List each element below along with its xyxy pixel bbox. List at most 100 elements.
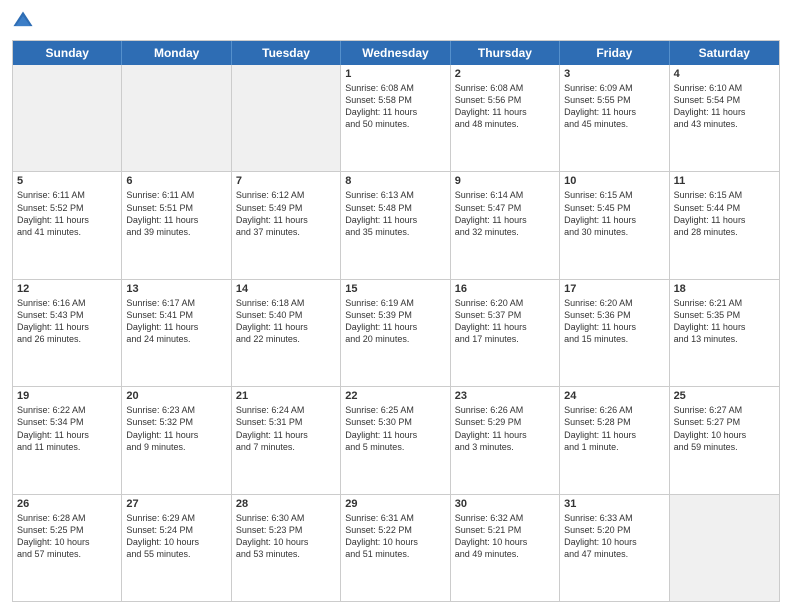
calendar-cell: 4Sunrise: 6:10 AMSunset: 5:54 PMDaylight…	[670, 65, 779, 171]
calendar-cell: 1Sunrise: 6:08 AMSunset: 5:58 PMDaylight…	[341, 65, 450, 171]
calendar-cell: 29Sunrise: 6:31 AMSunset: 5:22 PMDayligh…	[341, 495, 450, 601]
cell-info-line: Sunrise: 6:15 AM	[564, 189, 664, 201]
cell-info-line: Daylight: 10 hours	[17, 536, 117, 548]
calendar-cell: 5Sunrise: 6:11 AMSunset: 5:52 PMDaylight…	[13, 172, 122, 278]
cell-info-line: Daylight: 11 hours	[345, 214, 445, 226]
cell-info-line: Daylight: 11 hours	[126, 214, 226, 226]
cell-info-line: Daylight: 11 hours	[345, 106, 445, 118]
cell-info-line: Sunset: 5:43 PM	[17, 309, 117, 321]
cell-info-line: Sunset: 5:40 PM	[236, 309, 336, 321]
day-number: 23	[455, 390, 555, 402]
cell-info-line: Daylight: 11 hours	[17, 321, 117, 333]
cell-info-line: and 51 minutes.	[345, 548, 445, 560]
cell-info-line: and 15 minutes.	[564, 333, 664, 345]
day-number: 15	[345, 283, 445, 295]
calendar-cell: 18Sunrise: 6:21 AMSunset: 5:35 PMDayligh…	[670, 280, 779, 386]
cell-info-line: Daylight: 11 hours	[345, 321, 445, 333]
cell-info-line: Daylight: 11 hours	[455, 214, 555, 226]
cell-info-line: Sunset: 5:35 PM	[674, 309, 775, 321]
day-number: 8	[345, 175, 445, 187]
day-number: 17	[564, 283, 664, 295]
day-number: 9	[455, 175, 555, 187]
cell-info-line: Sunset: 5:58 PM	[345, 94, 445, 106]
cell-info-line: Daylight: 11 hours	[674, 321, 775, 333]
cell-info-line: and 32 minutes.	[455, 226, 555, 238]
cell-info-line: Daylight: 10 hours	[236, 536, 336, 548]
cell-info-line: and 45 minutes.	[564, 118, 664, 130]
cell-info-line: Sunrise: 6:30 AM	[236, 512, 336, 524]
calendar-cell: 24Sunrise: 6:26 AMSunset: 5:28 PMDayligh…	[560, 387, 669, 493]
calendar-cell: 22Sunrise: 6:25 AMSunset: 5:30 PMDayligh…	[341, 387, 450, 493]
calendar-cell: 31Sunrise: 6:33 AMSunset: 5:20 PMDayligh…	[560, 495, 669, 601]
day-number: 11	[674, 175, 775, 187]
weekday-header: Tuesday	[232, 41, 341, 65]
calendar-cell: 16Sunrise: 6:20 AMSunset: 5:37 PMDayligh…	[451, 280, 560, 386]
calendar-cell: 3Sunrise: 6:09 AMSunset: 5:55 PMDaylight…	[560, 65, 669, 171]
cell-info-line: Sunrise: 6:11 AM	[126, 189, 226, 201]
cell-info-line: Sunrise: 6:21 AM	[674, 297, 775, 309]
page: SundayMondayTuesdayWednesdayThursdayFrid…	[0, 0, 792, 612]
calendar-cell: 15Sunrise: 6:19 AMSunset: 5:39 PMDayligh…	[341, 280, 450, 386]
calendar-cell: 2Sunrise: 6:08 AMSunset: 5:56 PMDaylight…	[451, 65, 560, 171]
calendar-row: 26Sunrise: 6:28 AMSunset: 5:25 PMDayligh…	[13, 494, 779, 601]
cell-info-line: Sunset: 5:24 PM	[126, 524, 226, 536]
cell-info-line: and 55 minutes.	[126, 548, 226, 560]
weekday-header: Friday	[560, 41, 669, 65]
cell-info-line: Sunrise: 6:11 AM	[17, 189, 117, 201]
cell-info-line: Sunset: 5:29 PM	[455, 416, 555, 428]
cell-info-line: Daylight: 11 hours	[126, 321, 226, 333]
cell-info-line: Sunrise: 6:27 AM	[674, 404, 775, 416]
cell-info-line: Sunrise: 6:19 AM	[345, 297, 445, 309]
cell-info-line: Sunset: 5:21 PM	[455, 524, 555, 536]
cell-info-line: Sunrise: 6:20 AM	[455, 297, 555, 309]
cell-info-line: Sunset: 5:56 PM	[455, 94, 555, 106]
weekday-header: Monday	[122, 41, 231, 65]
cell-info-line: and 9 minutes.	[126, 441, 226, 453]
day-number: 29	[345, 498, 445, 510]
cell-info-line: Sunset: 5:45 PM	[564, 202, 664, 214]
cell-info-line: Daylight: 11 hours	[564, 321, 664, 333]
cell-info-line: Sunrise: 6:08 AM	[455, 82, 555, 94]
cell-info-line: Sunset: 5:52 PM	[17, 202, 117, 214]
cell-info-line: Sunrise: 6:24 AM	[236, 404, 336, 416]
cell-info-line: and 49 minutes.	[455, 548, 555, 560]
day-number: 30	[455, 498, 555, 510]
cell-info-line: Sunset: 5:47 PM	[455, 202, 555, 214]
cell-info-line: Sunset: 5:20 PM	[564, 524, 664, 536]
cell-info-line: Daylight: 10 hours	[455, 536, 555, 548]
day-number: 21	[236, 390, 336, 402]
cell-info-line: Sunrise: 6:28 AM	[17, 512, 117, 524]
day-number: 27	[126, 498, 226, 510]
cell-info-line: Sunset: 5:25 PM	[17, 524, 117, 536]
cell-info-line: Sunset: 5:28 PM	[564, 416, 664, 428]
cell-info-line: Sunrise: 6:10 AM	[674, 82, 775, 94]
cell-info-line: and 22 minutes.	[236, 333, 336, 345]
cell-info-line: Daylight: 11 hours	[564, 429, 664, 441]
cell-info-line: Sunrise: 6:08 AM	[345, 82, 445, 94]
day-number: 26	[17, 498, 117, 510]
cell-info-line: Sunrise: 6:09 AM	[564, 82, 664, 94]
calendar-header: SundayMondayTuesdayWednesdayThursdayFrid…	[13, 41, 779, 65]
cell-info-line: Sunrise: 6:20 AM	[564, 297, 664, 309]
calendar-cell: 12Sunrise: 6:16 AMSunset: 5:43 PMDayligh…	[13, 280, 122, 386]
cell-info-line: Sunrise: 6:32 AM	[455, 512, 555, 524]
calendar-cell: 11Sunrise: 6:15 AMSunset: 5:44 PMDayligh…	[670, 172, 779, 278]
day-number: 12	[17, 283, 117, 295]
calendar-cell: 10Sunrise: 6:15 AMSunset: 5:45 PMDayligh…	[560, 172, 669, 278]
cell-info-line: Sunset: 5:41 PM	[126, 309, 226, 321]
cell-info-line: Sunrise: 6:25 AM	[345, 404, 445, 416]
cell-info-line: Sunset: 5:37 PM	[455, 309, 555, 321]
cell-info-line: Daylight: 11 hours	[345, 429, 445, 441]
calendar-row: 1Sunrise: 6:08 AMSunset: 5:58 PMDaylight…	[13, 65, 779, 171]
cell-info-line: Sunrise: 6:26 AM	[564, 404, 664, 416]
cell-info-line: and 11 minutes.	[17, 441, 117, 453]
cell-info-line: Sunset: 5:51 PM	[126, 202, 226, 214]
cell-info-line: Sunset: 5:44 PM	[674, 202, 775, 214]
cell-info-line: Sunset: 5:32 PM	[126, 416, 226, 428]
calendar-cell: 6 Sunrise: 6:11 AMSunset: 5:51 PMDaylight…	[122, 172, 231, 278]
cell-info-line: and 37 minutes.	[236, 226, 336, 238]
day-number: 25	[674, 390, 775, 402]
header	[12, 10, 780, 32]
calendar-cell: 8Sunrise: 6:13 AMSunset: 5:48 PMDaylight…	[341, 172, 450, 278]
day-number: 6	[126, 175, 226, 187]
